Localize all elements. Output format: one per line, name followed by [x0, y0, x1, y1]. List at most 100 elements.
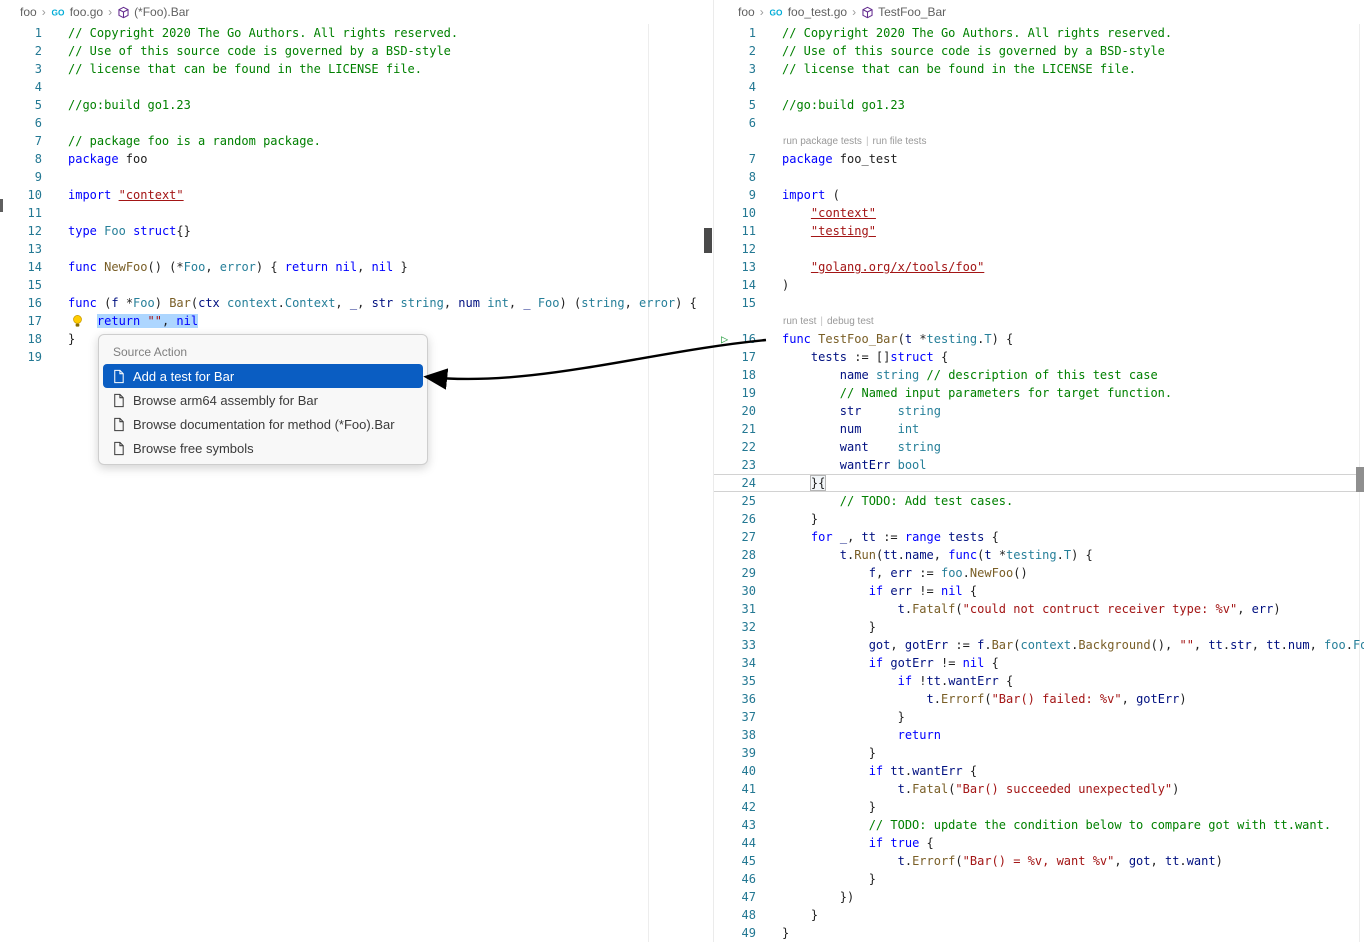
code-token — [782, 548, 840, 562]
menu-item[interactable]: Browse free symbols — [103, 436, 423, 460]
codelens-separator: | — [866, 136, 869, 147]
code-line: 2// Use of this source code is governed … — [714, 42, 1364, 60]
code-text — [782, 294, 1364, 312]
gutter: 17 — [714, 348, 782, 366]
breadcrumb-item[interactable]: TestFoo_Bar — [861, 5, 946, 19]
line-number: 10 — [742, 204, 756, 222]
code-token: ( — [898, 332, 905, 346]
code-token: ) — [1216, 854, 1223, 868]
codelens-link[interactable]: run test — [783, 316, 816, 327]
code-line: 11 "testing" — [714, 222, 1364, 240]
code-token: } — [393, 260, 407, 274]
code-line: 14) — [714, 276, 1364, 294]
breadcrumb-item[interactable]: foo — [20, 5, 37, 19]
breadcrumb-item[interactable]: GOfoo_test.go — [769, 5, 847, 19]
codelens-link[interactable]: run package tests — [783, 136, 862, 147]
code-token: , — [1114, 854, 1128, 868]
gutter: 2 — [714, 42, 782, 60]
breadcrumb-item[interactable]: (*Foo).Bar — [117, 5, 189, 19]
code-token: , — [847, 530, 861, 544]
scrollbar-decoration[interactable] — [704, 228, 712, 253]
code-token: want — [840, 440, 869, 454]
code-token: if — [869, 656, 883, 670]
menu-item[interactable]: Browse arm64 assembly for Bar — [103, 388, 423, 412]
gutter: 2 — [0, 42, 68, 60]
codelens-link[interactable]: debug test — [827, 316, 874, 327]
source-action-menu: Source Action Add a test for BarBrowse a… — [98, 334, 428, 465]
code-token: t — [898, 602, 905, 616]
code-token: // Named input parameters for target fun… — [840, 386, 1172, 400]
menu-item[interactable]: Add a test for Bar — [103, 364, 423, 388]
line-number: 19 — [742, 384, 756, 402]
breadcrumb: foo›GOfoo_test.go›TestFoo_Bar — [714, 0, 1364, 24]
code-token: t — [840, 548, 847, 562]
breadcrumb-item[interactable]: GOfoo.go — [51, 5, 103, 19]
gutter: 14 — [714, 276, 782, 294]
code-token — [782, 260, 811, 274]
code-token — [782, 440, 840, 454]
line-number: 20 — [742, 402, 756, 420]
code-token — [782, 764, 869, 778]
breadcrumb-separator: › — [760, 5, 764, 19]
code-token — [782, 728, 898, 742]
code-token: . — [905, 854, 912, 868]
breadcrumb-separator: › — [108, 5, 112, 19]
line-number: 39 — [742, 744, 756, 762]
line-number: 16 — [742, 330, 756, 348]
line-number: 10 — [28, 186, 42, 204]
line-number: 25 — [742, 492, 756, 510]
code-token: . — [1281, 638, 1288, 652]
code-text — [68, 78, 712, 96]
import-link[interactable]: "golang.org/x/tools/foo" — [811, 260, 984, 274]
import-link[interactable]: "context" — [119, 188, 184, 202]
code-text: package foo_test — [782, 150, 1364, 168]
code-token: tests — [948, 530, 984, 544]
line-number: 44 — [742, 834, 756, 852]
selection-highlight: return "", nil — [97, 314, 198, 328]
code-text: t.Errorf("Bar() failed: %v", gotErr) — [782, 690, 1364, 708]
code-token: error — [220, 260, 256, 274]
line-number: 3 — [749, 60, 756, 78]
breadcrumb-item[interactable]: foo — [738, 5, 755, 19]
code-line: 17 tests := []struct { — [714, 348, 1364, 366]
code-text: got, gotErr := f.Bar(context.Background(… — [782, 636, 1364, 654]
code-token: func — [782, 332, 811, 346]
code-token: , — [509, 296, 523, 310]
line-number: 13 — [742, 258, 756, 276]
code-token: ) — [1179, 692, 1186, 706]
breadcrumb-label: foo_test.go — [788, 5, 847, 19]
code-token: () — [1013, 566, 1027, 580]
menu-item[interactable]: Browse documentation for method (*Foo).B… — [103, 412, 423, 436]
line-number: 24 — [742, 474, 756, 492]
code-line: 11 — [0, 204, 712, 222]
gutter: 20 — [714, 402, 782, 420]
code-token: gotErr — [1136, 692, 1179, 706]
code-token: , — [1151, 854, 1165, 868]
code-token: . — [898, 548, 905, 562]
code-text: type Foo struct{} — [68, 222, 712, 240]
line-number: 4 — [749, 78, 756, 96]
code-token — [126, 224, 133, 238]
code-line: 29 f, err := foo.NewFoo() — [714, 564, 1364, 582]
code-token: . — [1223, 638, 1230, 652]
import-link[interactable]: "testing" — [811, 224, 876, 238]
code-token: int — [898, 422, 920, 436]
code-text: // package foo is a random package. — [68, 132, 712, 150]
code-text: str string — [782, 402, 1364, 420]
code-token — [782, 368, 840, 382]
gutter: 19 — [0, 348, 68, 366]
code-token: // Use of this source code is governed b… — [782, 44, 1165, 58]
code-text: //go:build go1.23 — [68, 96, 712, 114]
code-text: "testing" — [782, 222, 1364, 240]
run-test-icon[interactable]: ▷ — [721, 330, 728, 348]
code-line: 20 str string — [714, 402, 1364, 420]
code-token: func — [68, 260, 97, 274]
codelens-link[interactable]: run file tests — [873, 136, 927, 147]
code-token: Foo — [104, 224, 126, 238]
code-token: true — [890, 836, 919, 850]
menu-item-label: Browse documentation for method (*Foo).B… — [133, 417, 395, 432]
overview-ruler-mark — [0, 199, 3, 212]
import-link[interactable]: "context" — [811, 206, 876, 220]
code-text: } — [782, 708, 1364, 726]
gutter: 31 — [714, 600, 782, 618]
